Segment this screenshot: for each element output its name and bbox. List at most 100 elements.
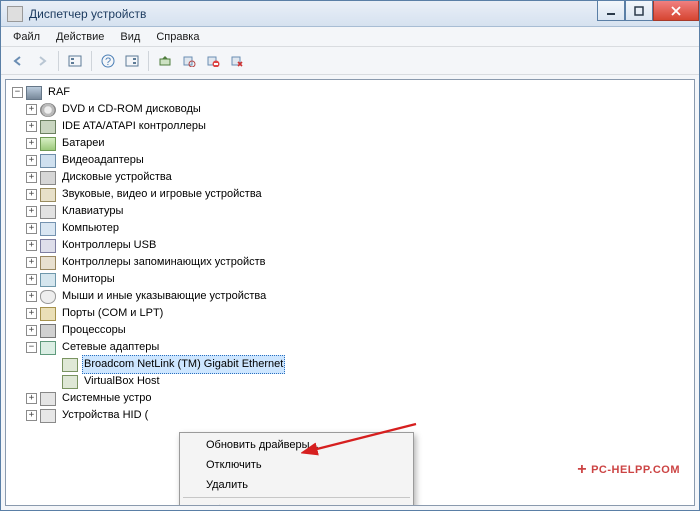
tb-show-icons-2[interactable] [121,50,143,72]
tb-uninstall[interactable] [226,50,248,72]
svg-text:?: ? [105,56,111,68]
tree-item-adapter: VirtualBox Host [8,373,692,390]
maximize-button[interactable] [625,1,653,21]
tree-item-label[interactable]: DVD и CD-ROM дисководы [60,101,203,118]
tb-forward[interactable] [31,50,53,72]
disc-icon [40,103,56,117]
menu-file[interactable]: Файл [7,29,46,45]
tb-scan[interactable] [178,50,200,72]
tree-item: + Системные устро [8,390,692,407]
tree-item-label[interactable]: Видеоадаптеры [60,152,146,169]
tree-item: + Мониторы [8,271,692,288]
menu-bar: Файл Действие Вид Справка [1,27,699,47]
expand-icon[interactable]: + [26,257,37,268]
separator [148,51,149,71]
expand-icon[interactable]: + [26,291,37,302]
tree-item-label[interactable]: Сетевые адаптеры [60,339,161,356]
collapse-icon[interactable]: − [26,342,37,353]
tree-item-label[interactable]: Порты (COM и LPT) [60,305,165,322]
plus-icon: + [577,461,587,479]
ctx-disable[interactable]: Отключить [182,455,411,475]
tb-help[interactable]: ? [97,50,119,72]
expand-icon[interactable]: + [26,104,37,115]
window-title: Диспетчер устройств [29,7,146,21]
hid-icon [40,409,56,423]
tree-item-label[interactable]: Контроллеры USB [60,237,158,254]
tree-item-label[interactable]: Компьютер [60,220,121,237]
watermark-text: PC-HELPP.COM [591,464,680,476]
tree-item: + Порты (COM и LPT) [8,305,692,322]
expand-icon[interactable]: + [26,121,37,132]
expand-icon[interactable]: + [26,223,37,234]
device-tree[interactable]: − RAF + DVD и CD-ROM дисководы + IDE ATA/A… [5,79,695,506]
tree-item-label[interactable]: Дисковые устройства [60,169,174,186]
usb-icon [40,239,56,253]
pc-icon [40,222,56,236]
expand-icon[interactable]: + [26,206,37,217]
expand-icon[interactable]: + [26,308,37,319]
expand-icon[interactable]: + [26,410,37,421]
ctx-remove[interactable]: Удалить [182,475,411,495]
expand-icon[interactable]: + [26,172,37,183]
tree-item: + Контроллеры запоминающих устройств [8,254,692,271]
tree-item-label[interactable]: Процессоры [60,322,128,339]
tb-view-icons[interactable] [64,50,86,72]
tree-item-label-selected[interactable]: Broadcom NetLink (TM) Gigabit Ethernet [82,355,285,374]
battery-icon [40,137,56,151]
computer-icon [26,86,42,100]
tree-item-label[interactable]: VirtualBox Host [82,373,162,390]
monitor-icon [40,273,56,287]
tree-item: + Процессоры [8,322,692,339]
expand-icon[interactable]: + [26,138,37,149]
expand-icon[interactable]: + [26,274,37,285]
tree-root[interactable]: − RAF [8,84,692,101]
storage-icon [40,256,56,270]
tb-back[interactable] [7,50,29,72]
video-icon [40,154,56,168]
context-menu: Обновить драйверы... Отключить Удалить О… [179,432,414,506]
port-icon [40,307,56,321]
disk-icon [40,171,56,185]
tree-item-label[interactable]: Контроллеры запоминающих устройств [60,254,267,271]
chip-icon [40,120,56,134]
tree-item-label[interactable]: Системные устро [60,390,154,407]
expand-icon[interactable]: + [26,189,37,200]
separator [91,51,92,71]
close-button[interactable] [653,1,699,21]
tree-item-label[interactable]: Звуковые, видео и игровые устройства [60,186,264,203]
expand-icon[interactable]: + [26,393,37,404]
adapter-icon [62,375,78,389]
tree-item: + IDE ATA/ATAPI контроллеры [8,118,692,135]
menu-help[interactable]: Справка [150,29,205,45]
title-bar[interactable]: Диспетчер устройств [1,1,699,27]
tree-item: + Дисковые устройства [8,169,692,186]
tree-item: + Звуковые, видео и игровые устройства [8,186,692,203]
expand-icon[interactable]: + [26,155,37,166]
tree-item-label[interactable]: Батареи [60,135,107,152]
tree-item: + Видеоадаптеры [8,152,692,169]
app-icon [7,6,23,22]
tree-item-label[interactable]: Мониторы [60,271,117,288]
tb-disable[interactable] [202,50,224,72]
minimize-button[interactable] [597,1,625,21]
tree-item-label[interactable]: Устройства HID ( [60,407,150,424]
tree-item: + Клавиатуры [8,203,692,220]
collapse-icon[interactable]: − [12,87,23,98]
tree-item-label[interactable]: Мыши и иные указывающие устройства [60,288,268,305]
watermark: + PC-HELPP.COM [577,461,680,479]
tree-item: + Компьютер [8,220,692,237]
ctx-rescan[interactable]: Обновить конфигурацию оборудования [182,500,411,506]
tree-item: + Устройства HID ( [8,407,692,424]
menu-action[interactable]: Действие [50,29,110,45]
expand-icon[interactable]: + [26,325,37,336]
menu-view[interactable]: Вид [114,29,146,45]
cpu-icon [40,324,56,338]
adapter-icon [62,358,78,372]
ctx-update-drivers[interactable]: Обновить драйверы... [182,435,411,455]
expand-icon[interactable]: + [26,240,37,251]
root-label: RAF [46,84,72,101]
tree-item-label[interactable]: IDE ATA/ATAPI контроллеры [60,118,208,135]
tree-item-label[interactable]: Клавиатуры [60,203,125,220]
system-icon [40,392,56,406]
tb-update[interactable] [154,50,176,72]
